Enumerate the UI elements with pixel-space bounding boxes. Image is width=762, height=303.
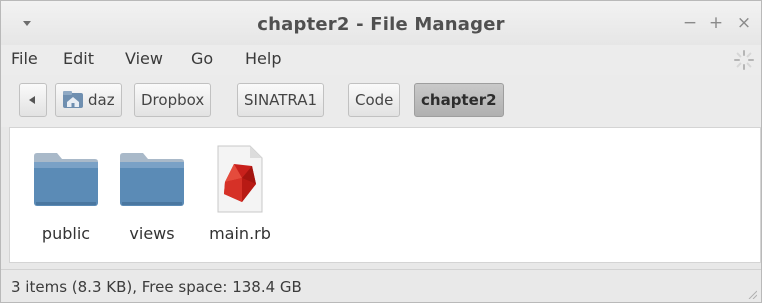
file-manager-window: chapter2 - File Manager − + × File Edit …: [0, 0, 762, 303]
resize-grip-icon[interactable]: [747, 289, 757, 299]
crumb-sinatra1[interactable]: SINATRA1: [237, 83, 325, 117]
menu-edit[interactable]: Edit: [63, 49, 94, 68]
menu-file[interactable]: File: [11, 49, 38, 68]
file-item-public[interactable]: public: [26, 144, 106, 243]
status-text: 3 items (8.3 KB), Free space: 138.4 GB: [11, 278, 302, 296]
file-name: views: [129, 224, 175, 243]
folder-icon: [34, 153, 98, 206]
menu-go[interactable]: Go: [191, 49, 213, 68]
arrow-left-icon: [29, 96, 35, 104]
crumb-code[interactable]: Code: [348, 83, 401, 117]
menu-help[interactable]: Help: [245, 49, 281, 68]
file-item-main-rb[interactable]: main.rb: [200, 144, 280, 243]
crumb-daz[interactable]: daz: [55, 83, 122, 117]
minimize-button[interactable]: −: [681, 13, 699, 33]
window-title: chapter2 - File Manager: [257, 14, 505, 35]
crumb-label: daz: [88, 91, 115, 109]
menu-bar: File Edit View Go Help: [1, 45, 761, 75]
file-name: main.rb: [209, 224, 271, 243]
folder-icon: [120, 153, 184, 206]
menu-view[interactable]: View: [125, 49, 163, 68]
home-folder-icon: [63, 91, 83, 108]
maximize-button[interactable]: +: [707, 13, 725, 33]
crumb-chapter2[interactable]: chapter2: [414, 83, 504, 117]
path-back-button[interactable]: [19, 83, 47, 117]
close-button[interactable]: ×: [735, 13, 753, 33]
busy-spinner-icon: [734, 50, 754, 70]
file-view[interactable]: public views main.rb: [9, 127, 761, 263]
path-bar: daz Dropbox SINATRA1 Code chapter2: [1, 75, 761, 127]
ruby-file-icon: [217, 145, 263, 213]
file-item-views[interactable]: views: [112, 144, 192, 243]
crumb-dropbox[interactable]: Dropbox: [134, 83, 212, 117]
file-name: public: [41, 224, 91, 243]
title-bar[interactable]: chapter2 - File Manager − + ×: [1, 1, 761, 45]
status-bar: 3 items (8.3 KB), Free space: 138.4 GB: [1, 269, 761, 302]
